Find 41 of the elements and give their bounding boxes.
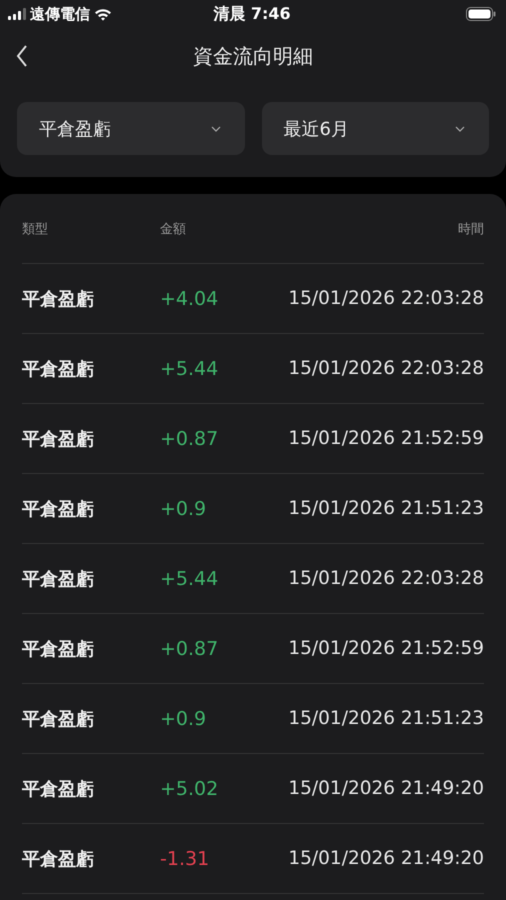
amount-cell-text: +0.9 xyxy=(160,708,208,730)
chevron-down-icon xyxy=(455,126,465,132)
amount-cell-text: +4.04 xyxy=(160,288,220,310)
time-cell-text: 15/01/2026 22:03:28 xyxy=(287,358,484,379)
type-cell-text: 平倉盈虧 xyxy=(22,288,95,310)
filter-dropdown[interactable]: 平倉盈虧 xyxy=(17,102,244,155)
type-cell-text: 平倉盈虧 xyxy=(22,498,95,520)
time-cell-text: 15/01/2026 21:52:59 xyxy=(287,638,484,659)
amount-cell-text: +0.87 xyxy=(160,428,220,450)
carrier-name: 遠傳電信 xyxy=(30,4,90,24)
back-icon[interactable] xyxy=(16,45,28,67)
status-time: 清晨 7:46 xyxy=(213,4,291,24)
time-cell-text: 15/01/2026 21:49:20 xyxy=(287,848,484,869)
amount-cell-text: +5.02 xyxy=(160,778,220,800)
type-cell-text: 平倉盈虧 xyxy=(22,568,95,590)
page-title: 資金流向明細 xyxy=(193,42,313,70)
type-cell-text: 平倉盈虧 xyxy=(22,358,95,380)
type-cell-text: 平倉盈虧 xyxy=(22,638,95,660)
type-cell-text: 平倉盈虧 xyxy=(22,428,95,450)
amount-cell-text: +0.87 xyxy=(160,638,220,660)
time-cell-text: 15/01/2026 21:51:23 xyxy=(287,498,484,519)
amount-cell-text: -1.31 xyxy=(160,848,210,870)
time-cell-text: 15/01/2026 22:03:28 xyxy=(287,288,484,309)
column-header: 類型 xyxy=(22,220,49,238)
chevron-down-icon xyxy=(210,126,220,132)
amount-cell-text: +5.44 xyxy=(160,568,220,590)
amount-cell-text: +0.9 xyxy=(160,498,208,520)
column-header: 金額 xyxy=(160,220,187,238)
signal-icon xyxy=(8,8,26,20)
battery-icon xyxy=(466,7,496,21)
amount-cell-text: +5.44 xyxy=(160,358,220,380)
time-cell-text: 15/01/2026 21:52:59 xyxy=(287,428,484,449)
type-cell-text: 平倉盈虧 xyxy=(22,708,95,730)
type-cell-text: 平倉盈虧 xyxy=(22,848,95,870)
filter-dropdown[interactable]: 最近6月 xyxy=(262,102,489,155)
time-cell-text: 15/01/2026 21:51:23 xyxy=(287,708,484,729)
time-cell-text: 15/01/2026 22:03:28 xyxy=(287,568,484,589)
wifi-icon xyxy=(94,8,112,20)
column-header: 時間 xyxy=(457,220,484,238)
type-cell-text: 平倉盈虧 xyxy=(22,778,95,800)
time-cell-text: 15/01/2026 21:49:20 xyxy=(287,778,484,799)
